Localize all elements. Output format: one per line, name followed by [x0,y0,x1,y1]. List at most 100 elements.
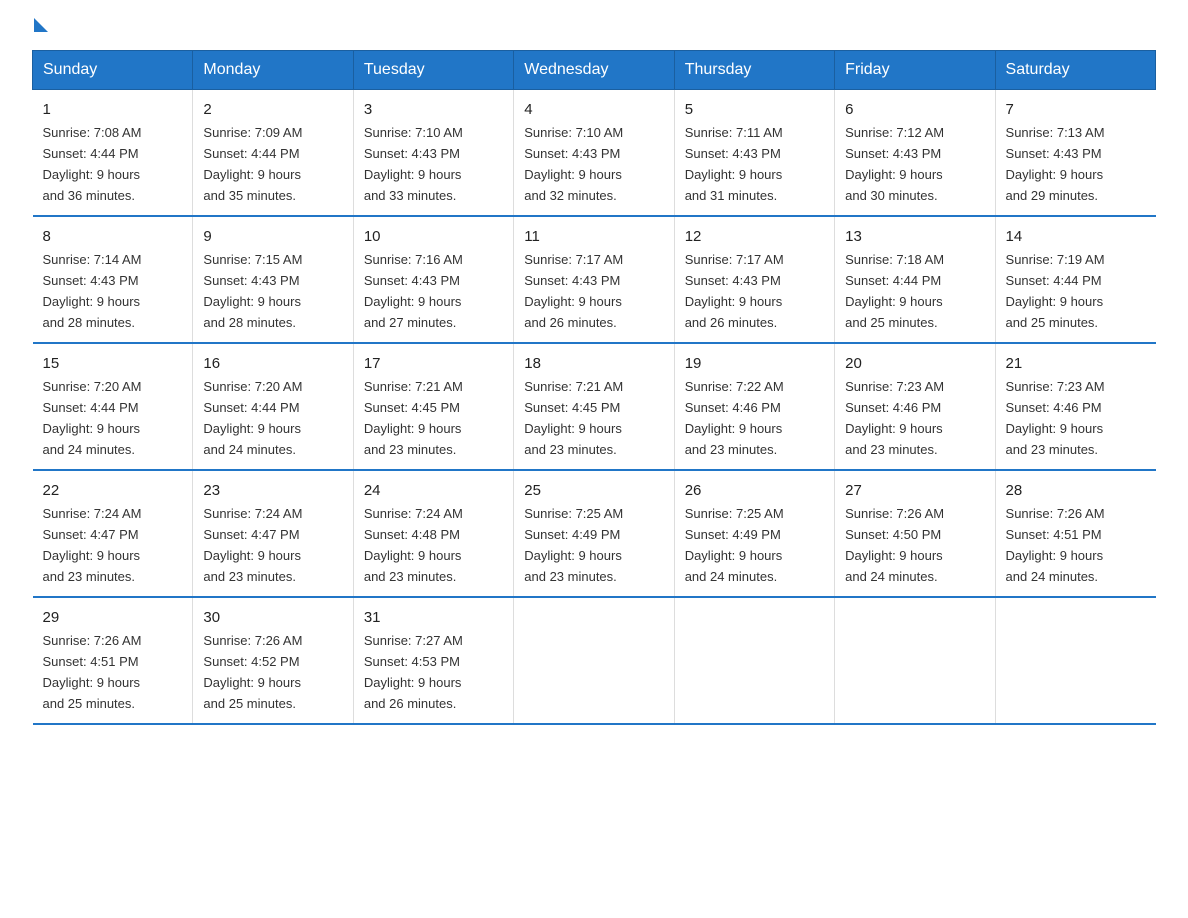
day-info: Sunrise: 7:25 AMSunset: 4:49 PMDaylight:… [524,506,623,584]
calendar-cell: 29 Sunrise: 7:26 AMSunset: 4:51 PMDayligh… [33,597,193,724]
day-info: Sunrise: 7:22 AMSunset: 4:46 PMDaylight:… [685,379,784,457]
day-info: Sunrise: 7:08 AMSunset: 4:44 PMDaylight:… [43,125,142,203]
header-friday: Friday [835,51,995,90]
day-info: Sunrise: 7:21 AMSunset: 4:45 PMDaylight:… [524,379,623,457]
day-number: 5 [685,98,824,121]
calendar-cell: 24 Sunrise: 7:24 AMSunset: 4:48 PMDayligh… [353,470,513,597]
day-info: Sunrise: 7:11 AMSunset: 4:43 PMDaylight:… [685,125,783,203]
calendar-cell [674,597,834,724]
day-number: 16 [203,352,342,375]
day-info: Sunrise: 7:25 AMSunset: 4:49 PMDaylight:… [685,506,784,584]
day-info: Sunrise: 7:10 AMSunset: 4:43 PMDaylight:… [364,125,463,203]
day-number: 23 [203,479,342,502]
calendar-cell: 15 Sunrise: 7:20 AMSunset: 4:44 PMDayligh… [33,343,193,470]
day-number: 25 [524,479,663,502]
calendar-cell: 1Sunrise: 7:08 AMSunset: 4:44 PMDaylight… [33,90,193,216]
calendar-cell: 27 Sunrise: 7:26 AMSunset: 4:50 PMDayligh… [835,470,995,597]
calendar-week-row: 29 Sunrise: 7:26 AMSunset: 4:51 PMDayligh… [33,597,1156,724]
calendar-cell: 2 Sunrise: 7:09 AMSunset: 4:44 PMDaylight… [193,90,353,216]
day-number: 6 [845,98,984,121]
day-info: Sunrise: 7:26 AMSunset: 4:51 PMDaylight:… [1006,506,1105,584]
day-info: Sunrise: 7:20 AMSunset: 4:44 PMDaylight:… [43,379,142,457]
day-number: 9 [203,225,342,248]
calendar-cell: 8 Sunrise: 7:14 AMSunset: 4:43 PMDaylight… [33,216,193,343]
day-number: 22 [43,479,183,502]
day-info: Sunrise: 7:17 AMSunset: 4:43 PMDaylight:… [524,252,623,330]
header-sunday: Sunday [33,51,193,90]
calendar-cell: 13 Sunrise: 7:18 AMSunset: 4:44 PMDayligh… [835,216,995,343]
calendar-cell: 5 Sunrise: 7:11 AMSunset: 4:43 PMDaylight… [674,90,834,216]
calendar-cell: 21Sunrise: 7:23 AMSunset: 4:46 PMDayligh… [995,343,1155,470]
day-info: Sunrise: 7:20 AMSunset: 4:44 PMDaylight:… [203,379,302,457]
day-number: 30 [203,606,342,629]
day-number: 12 [685,225,824,248]
day-number: 31 [364,606,503,629]
day-number: 13 [845,225,984,248]
calendar-cell [514,597,674,724]
calendar-cell: 16 Sunrise: 7:20 AMSunset: 4:44 PMDayligh… [193,343,353,470]
day-info: Sunrise: 7:10 AMSunset: 4:43 PMDaylight:… [524,125,623,203]
day-info: Sunrise: 7:14 AMSunset: 4:43 PMDaylight:… [43,252,142,330]
day-number: 27 [845,479,984,502]
day-number: 7 [1006,98,1146,121]
day-info: Sunrise: 7:26 AMSunset: 4:50 PMDaylight:… [845,506,944,584]
day-number: 24 [364,479,503,502]
header-saturday: Saturday [995,51,1155,90]
day-number: 2 [203,98,342,121]
calendar-cell: 25 Sunrise: 7:25 AMSunset: 4:49 PMDayligh… [514,470,674,597]
calendar-cell: 4 Sunrise: 7:10 AMSunset: 4:43 PMDaylight… [514,90,674,216]
day-number: 18 [524,352,663,375]
calendar-cell: 31 Sunrise: 7:27 AMSunset: 4:53 PMDayligh… [353,597,513,724]
calendar-table: SundayMondayTuesdayWednesdayThursdayFrid… [32,50,1156,725]
day-number: 15 [43,352,183,375]
day-info: Sunrise: 7:16 AMSunset: 4:43 PMDaylight:… [364,252,463,330]
calendar-week-row: 22 Sunrise: 7:24 AMSunset: 4:47 PMDayligh… [33,470,1156,597]
day-number: 20 [845,352,984,375]
logo [32,24,48,32]
calendar-cell [995,597,1155,724]
calendar-cell: 28 Sunrise: 7:26 AMSunset: 4:51 PMDayligh… [995,470,1155,597]
day-info: Sunrise: 7:18 AMSunset: 4:44 PMDaylight:… [845,252,944,330]
header [32,24,1156,32]
calendar-cell: 9 Sunrise: 7:15 AMSunset: 4:43 PMDaylight… [193,216,353,343]
day-info: Sunrise: 7:24 AMSunset: 4:47 PMDaylight:… [203,506,302,584]
day-number: 10 [364,225,503,248]
day-info: Sunrise: 7:17 AMSunset: 4:43 PMDaylight:… [685,252,784,330]
day-info: Sunrise: 7:21 AMSunset: 4:45 PMDaylight:… [364,379,463,457]
calendar-cell: 10 Sunrise: 7:16 AMSunset: 4:43 PMDayligh… [353,216,513,343]
day-info: Sunrise: 7:23 AMSunset: 4:46 PMDaylight:… [1006,379,1105,457]
day-info: Sunrise: 7:26 AMSunset: 4:51 PMDaylight:… [43,633,142,711]
calendar-cell: 3 Sunrise: 7:10 AMSunset: 4:43 PMDaylight… [353,90,513,216]
header-wednesday: Wednesday [514,51,674,90]
header-monday: Monday [193,51,353,90]
day-info: Sunrise: 7:24 AMSunset: 4:48 PMDaylight:… [364,506,463,584]
day-number: 29 [43,606,183,629]
calendar-cell: 17 Sunrise: 7:21 AMSunset: 4:45 PMDayligh… [353,343,513,470]
day-number: 28 [1006,479,1146,502]
calendar-week-row: 15 Sunrise: 7:20 AMSunset: 4:44 PMDayligh… [33,343,1156,470]
calendar-cell [835,597,995,724]
calendar-cell: 12 Sunrise: 7:17 AMSunset: 4:43 PMDayligh… [674,216,834,343]
day-number: 3 [364,98,503,121]
day-info: Sunrise: 7:19 AMSunset: 4:44 PMDaylight:… [1006,252,1105,330]
day-info: Sunrise: 7:27 AMSunset: 4:53 PMDaylight:… [364,633,463,711]
day-number: 26 [685,479,824,502]
day-number: 4 [524,98,663,121]
calendar-week-row: 1Sunrise: 7:08 AMSunset: 4:44 PMDaylight… [33,90,1156,216]
day-number: 11 [524,225,663,248]
calendar-header-row: SundayMondayTuesdayWednesdayThursdayFrid… [33,51,1156,90]
day-info: Sunrise: 7:09 AMSunset: 4:44 PMDaylight:… [203,125,302,203]
calendar-week-row: 8 Sunrise: 7:14 AMSunset: 4:43 PMDaylight… [33,216,1156,343]
calendar-cell: 14Sunrise: 7:19 AMSunset: 4:44 PMDayligh… [995,216,1155,343]
day-info: Sunrise: 7:13 AMSunset: 4:43 PMDaylight:… [1006,125,1105,203]
calendar-cell: 19Sunrise: 7:22 AMSunset: 4:46 PMDayligh… [674,343,834,470]
calendar-cell: 6Sunrise: 7:12 AMSunset: 4:43 PMDaylight… [835,90,995,216]
calendar-cell: 18 Sunrise: 7:21 AMSunset: 4:45 PMDayligh… [514,343,674,470]
logo-triangle-icon [34,18,48,32]
day-info: Sunrise: 7:23 AMSunset: 4:46 PMDaylight:… [845,379,944,457]
calendar-cell: 7 Sunrise: 7:13 AMSunset: 4:43 PMDaylight… [995,90,1155,216]
calendar-cell: 23 Sunrise: 7:24 AMSunset: 4:47 PMDayligh… [193,470,353,597]
day-info: Sunrise: 7:15 AMSunset: 4:43 PMDaylight:… [203,252,302,330]
day-number: 8 [43,225,183,248]
day-number: 17 [364,352,503,375]
